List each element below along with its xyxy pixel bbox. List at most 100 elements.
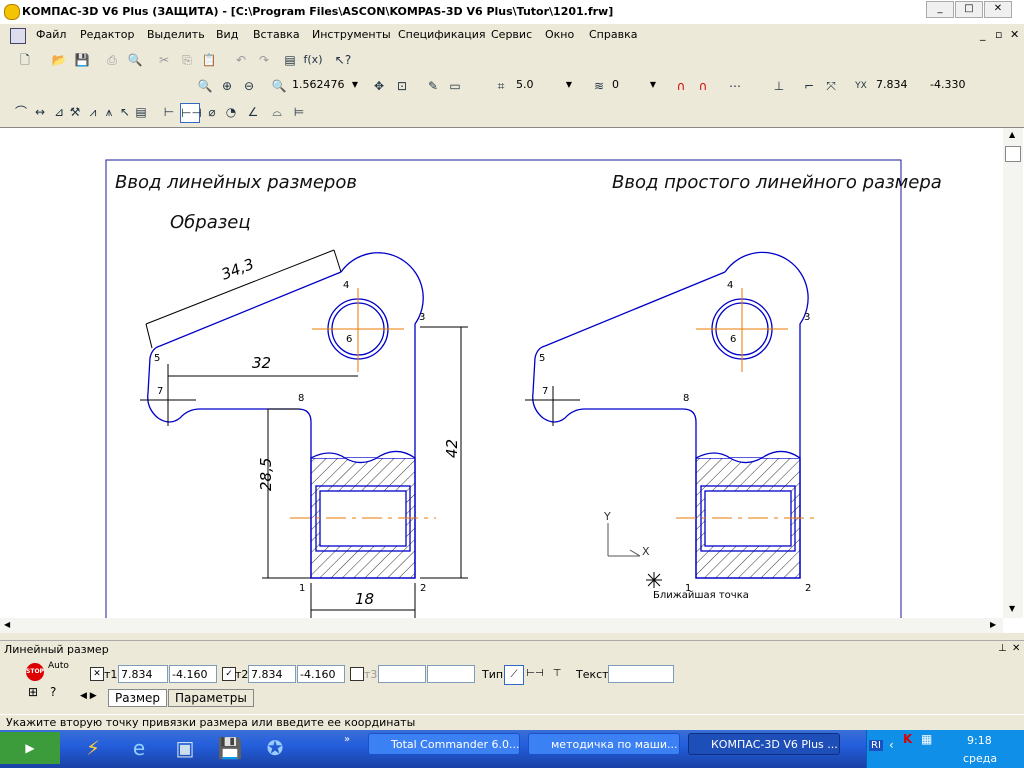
radius-icon[interactable]: ◔ (222, 103, 240, 121)
floppy-icon[interactable]: 💾 (215, 732, 245, 764)
help-icon[interactable]: ? (50, 685, 56, 699)
menu-service[interactable]: Сервис (491, 28, 532, 41)
tab-prev-icon[interactable]: ◀ ▶ (80, 691, 97, 701)
dim-line-icon[interactable]: ⊨ (290, 103, 308, 121)
scroll-left-icon[interactable]: ◀ (4, 620, 10, 629)
pan-icon[interactable]: ✥ (370, 77, 388, 95)
doc-close-icon[interactable]: ✕ (1010, 28, 1019, 41)
maximize-button[interactable]: □ (955, 1, 983, 18)
menu-file[interactable]: Файл (36, 28, 66, 41)
compass-icon[interactable]: ✪ (260, 732, 290, 764)
round-icon[interactable]: ⤧ (822, 77, 840, 95)
document-icon[interactable] (10, 28, 26, 44)
t3-y-field[interactable] (427, 665, 475, 683)
menu-window[interactable]: Окно (545, 28, 574, 41)
tray-arrow-icon[interactable]: ‹ (889, 738, 894, 752)
drawing-canvas[interactable]: Ввод линейных размеров Ввод простого лин… (0, 127, 1024, 633)
antivirus-icon[interactable]: K (903, 732, 912, 746)
taskbar-more-icon[interactable]: » (344, 734, 350, 745)
task-kompas[interactable]: КОМПАС-3D V6 Plus ... (688, 733, 840, 755)
network-icon[interactable]: ▦ (921, 732, 932, 746)
t2-y-field[interactable]: -4.160 (297, 665, 345, 683)
copy-icon[interactable]: ⎘ (178, 51, 196, 69)
minimize-button[interactable]: _ (926, 1, 954, 18)
snap-toggle-icon[interactable]: ⊞ (28, 685, 38, 699)
auto-button[interactable]: Auto (48, 661, 69, 671)
edit-icon[interactable]: ⚒ (66, 103, 84, 121)
angle-icon[interactable]: ∠ (244, 103, 262, 121)
type-horizontal-icon[interactable]: ⊢⊣ (526, 665, 544, 683)
menu-view[interactable]: Вид (216, 28, 238, 41)
grid-icon[interactable]: ⋯ (726, 77, 744, 95)
menu-help[interactable]: Справка (589, 28, 637, 41)
local-cs-icon[interactable]: ⊥ (770, 77, 788, 95)
type-vertical-icon[interactable]: ⊤ (548, 665, 566, 683)
type-aligned-icon[interactable]: ⟋ (504, 665, 524, 685)
scroll-up-icon[interactable]: ▲ (1009, 130, 1015, 139)
magnet-icon[interactable]: ∩ (672, 77, 690, 95)
t3-check-icon[interactable] (350, 667, 364, 681)
scroll-right-icon[interactable]: ▶ (990, 620, 996, 629)
t2-x-field[interactable]: 7.834 (248, 665, 296, 683)
tray-clock-time[interactable]: 9:18 (967, 734, 992, 747)
doc-restore-icon[interactable]: ▫ (995, 28, 1002, 41)
t2-check-icon[interactable]: ✓ (222, 667, 236, 681)
coord-x-field[interactable]: 7.834 (874, 77, 924, 93)
diameter-icon[interactable]: ⌀ (203, 103, 221, 121)
t1-y-field[interactable]: -4.160 (169, 665, 217, 683)
print-icon[interactable]: ⎙ (103, 51, 121, 69)
properties-icon[interactable]: ✎ (424, 77, 442, 95)
manager-icon[interactable]: ▤ (281, 51, 299, 69)
text-field[interactable] (608, 665, 674, 683)
linear-dim-icon[interactable]: ⊢ (160, 103, 178, 121)
menu-edit[interactable]: Редактор (80, 28, 135, 41)
arc-length-icon[interactable]: ⌓ (268, 103, 286, 121)
fx-button[interactable]: f(x) (302, 51, 324, 69)
zoom-window-icon[interactable]: 🔍 (196, 77, 214, 95)
stop-button[interactable]: STOP (26, 663, 44, 681)
scroll-down-icon[interactable]: ▼ (1009, 604, 1015, 613)
preview-icon[interactable]: 🔍 (126, 51, 144, 69)
language-indicator[interactable]: RI (869, 740, 883, 751)
desktop-icon[interactable]: ▣ (170, 732, 200, 764)
ortho-icon[interactable]: ⌐ (800, 77, 818, 95)
close-button[interactable]: ✕ (984, 1, 1012, 18)
cut-icon[interactable]: ✂ (155, 51, 173, 69)
vertical-scrollbar[interactable]: ▲ ▼ (1003, 128, 1023, 618)
menu-insert[interactable]: Вставка (253, 28, 300, 41)
format-icon[interactable]: ▭ (446, 77, 464, 95)
paste-icon[interactable]: 📋 (200, 51, 218, 69)
menu-tools[interactable]: Инструменты (312, 28, 391, 41)
magnet-local-icon[interactable]: ∩ (694, 77, 712, 95)
t1-check-icon[interactable]: ✕ (90, 667, 104, 681)
t1-x-field[interactable]: 7.834 (118, 665, 168, 683)
layer-combo[interactable]: 0 ▼ (610, 77, 658, 93)
undo-icon[interactable]: ↶ (232, 51, 250, 69)
open-folder-icon[interactable]: 📂 (50, 51, 68, 69)
show-all-icon[interactable]: ⊡ (393, 77, 411, 95)
linear-dim-active-icon[interactable]: ⊢⊣ (180, 103, 202, 123)
redo-icon[interactable]: ↷ (255, 51, 273, 69)
step-combo[interactable]: 5.0 ▼ (514, 77, 574, 93)
tab-size[interactable]: Размер (108, 689, 168, 707)
pin-icon[interactable]: ⊥ (998, 643, 1007, 654)
zoom-scale-icon[interactable]: 🔍 (270, 77, 288, 95)
coord-y-field[interactable]: -4.330 (928, 77, 978, 93)
zoom-out-icon[interactable]: ⊖ (240, 77, 258, 95)
task-total-commander[interactable]: Total Commander 6.0... (368, 733, 520, 755)
task-word-document[interactable]: методичка по маши... (528, 733, 680, 755)
internet-explorer-icon[interactable]: e (124, 732, 154, 764)
help-cursor-icon[interactable]: ↖? (334, 51, 352, 69)
tab-parameters[interactable]: Параметры (168, 689, 254, 707)
zoom-combo[interactable]: 1.562476 ▼ (290, 77, 360, 93)
doc-minimize-icon[interactable]: _ (980, 28, 986, 41)
new-file-icon[interactable]: 🗋 (16, 51, 34, 69)
start-button[interactable]: ▶ (0, 732, 60, 764)
zoom-in-icon[interactable]: ⊕ (218, 77, 236, 95)
drawing-svg[interactable]: Ввод линейных размеров Ввод простого лин… (0, 128, 1003, 618)
geometry-icon[interactable]: ⌒ (12, 103, 30, 121)
menu-select[interactable]: Выделить (147, 28, 205, 41)
scroll-thumb[interactable] (1005, 146, 1021, 162)
grid-step-icon[interactable]: ⌗ (492, 77, 510, 95)
panel-close-icon[interactable]: ✕ (1012, 643, 1020, 654)
